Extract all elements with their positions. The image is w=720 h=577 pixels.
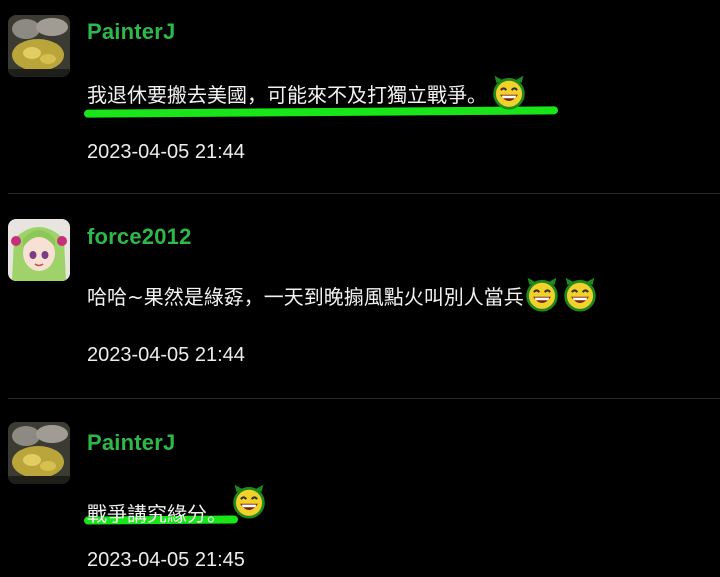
grinning-devil-emoji-icon	[562, 276, 598, 312]
timestamp: 2023-04-05 21:44	[87, 141, 245, 163]
timestamp: 2023-04-05 21:45	[87, 549, 245, 571]
durian-avatar-icon	[8, 422, 70, 484]
username[interactable]: PainterJ	[87, 430, 175, 456]
durian-avatar-icon	[8, 15, 70, 77]
username[interactable]: force2012	[87, 224, 192, 250]
grinning-devil-emoji-icon	[231, 483, 267, 519]
grinning-devil-emoji-icon	[491, 74, 527, 110]
grinning-devil-emoji-icon	[524, 276, 560, 312]
comment-text-content: 哈哈~果然是綠孬，一天到晚搧風點火叫別人當兵	[87, 285, 524, 309]
avatar[interactable]	[8, 422, 70, 484]
comment-item-2: force2012 哈哈~果然是綠孬，一天到晚搧風點火叫別人當兵 2023-04…	[0, 194, 720, 398]
comment-text: 哈哈~果然是綠孬，一天到晚搧風點火叫別人當兵	[87, 276, 598, 312]
comment-text: 戰爭講究緣分。	[87, 483, 267, 527]
anime-girl-avatar-icon	[8, 219, 70, 281]
comment-item-3: PainterJ 戰爭講究緣分。 2023-04-05 21:45	[0, 399, 720, 577]
comment-text-content: 戰爭講究緣分。	[87, 502, 227, 526]
comment-item-1: PainterJ 我退休要搬去美國，可能來不及打獨立戰爭。 2023-04-05…	[0, 0, 720, 193]
timestamp: 2023-04-05 21:44	[87, 344, 245, 366]
comment-text: 我退休要搬去美國，可能來不及打獨立戰爭。	[87, 74, 527, 110]
avatar[interactable]	[8, 219, 70, 281]
avatar[interactable]	[8, 15, 70, 77]
username[interactable]: PainterJ	[87, 19, 175, 45]
comment-text-content: 我退休要搬去美國，可能來不及打獨立戰爭。	[87, 83, 487, 107]
